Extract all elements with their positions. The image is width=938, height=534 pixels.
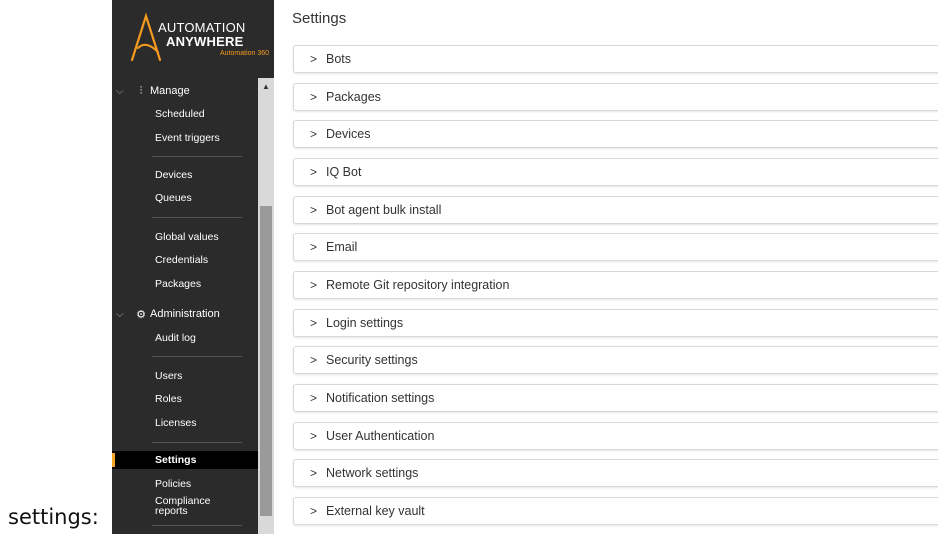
section-label: Bots <box>326 52 352 66</box>
logo-text-automation: AUTOMATION <box>158 20 246 35</box>
sidebar-item-label: Scheduled <box>155 108 205 120</box>
section-label: Packages <box>326 90 381 104</box>
sidebar-item-label: Licenses <box>155 417 197 429</box>
section-label: Bot agent bulk install <box>326 203 442 217</box>
chevron-down-icon: ⌵ <box>116 308 124 320</box>
sidebar-item-licenses[interactable]: Licenses <box>112 414 258 432</box>
section-label: Email <box>326 240 358 254</box>
logo-text-product: Automation 360 <box>220 50 270 57</box>
sidebar-item-credentials[interactable]: Credentials <box>112 251 258 269</box>
settings-section-user-authentication[interactable]: > User Authentication <box>293 422 938 450</box>
chevron-right-icon: > <box>310 278 318 292</box>
chevron-down-icon: ⌵ <box>116 85 124 97</box>
sidebar-item-label: Global values <box>155 231 219 243</box>
nav-group-label: Manage <box>150 85 190 97</box>
section-label: Network settings <box>326 466 419 480</box>
sidebar-item-label: Packages <box>155 278 202 290</box>
active-indicator <box>112 453 115 467</box>
nav-divider <box>152 356 242 357</box>
chevron-right-icon: > <box>310 240 318 254</box>
settings-section-remote-git[interactable]: > Remote Git repository integration <box>293 271 938 299</box>
sidebar-item-audit-log[interactable]: Audit log <box>112 329 258 347</box>
sidebar-item-label: Settings <box>155 454 197 466</box>
settings-section-email[interactable]: > Email <box>293 233 938 261</box>
settings-section-bot-agent-bulk-install[interactable]: > Bot agent bulk install <box>293 196 938 224</box>
chevron-right-icon: > <box>310 353 318 367</box>
main-content: Settings > Bots > Packages > Devices > IQ Bo… <box>292 0 938 534</box>
sidebar-item-roles[interactable]: Roles <box>112 390 258 408</box>
sidebar-item-users[interactable]: Users <box>112 367 258 385</box>
sidebar-item-queues[interactable]: Queues <box>112 189 258 207</box>
sidebar-item-settings[interactable]: Settings <box>112 451 258 469</box>
nav-divider <box>152 525 242 526</box>
nav-group-manage[interactable]: ⌵ ⫶ Manage <box>112 82 258 100</box>
settings-section-iq-bot[interactable]: > IQ Bot <box>293 158 938 186</box>
section-label: External key vault <box>326 504 425 518</box>
scrollbar-thumb[interactable] <box>260 206 272 516</box>
settings-section-security[interactable]: > Security settings <box>293 346 938 374</box>
automation-anywhere-logo[interactable]: AUTOMATION ANYWHERE Automation 360 <box>112 0 274 72</box>
sliders-icon: ⫶ <box>139 84 143 97</box>
sidebar-item-label: Users <box>155 370 183 382</box>
nav-divider <box>152 217 242 218</box>
settings-section-notification[interactable]: > Notification settings <box>293 384 938 412</box>
section-label: Notification settings <box>326 391 435 405</box>
settings-section-bots[interactable]: > Bots <box>293 45 938 73</box>
sidebar-nav: ⌵ ⫶ Manage Scheduled Event triggers Devi… <box>112 78 258 534</box>
chevron-right-icon: > <box>310 127 318 141</box>
scroll-up-arrow-icon[interactable]: ▲ <box>262 82 270 91</box>
sidebar-item-label: Queues <box>155 192 192 204</box>
chevron-right-icon: > <box>310 52 318 66</box>
sidebar-scrollbar[interactable]: ▲ <box>258 78 274 534</box>
page-title: Settings <box>292 10 347 27</box>
settings-section-network[interactable]: > Network settings <box>293 459 938 487</box>
chevron-right-icon: > <box>310 466 318 480</box>
settings-section-external-key-vault[interactable]: > External key vault <box>293 497 938 525</box>
section-label: User Authentication <box>326 429 435 443</box>
chevron-right-icon: > <box>310 203 318 217</box>
chevron-right-icon: > <box>310 90 318 104</box>
sidebar-item-policies[interactable]: Policies <box>112 475 258 493</box>
sidebar-item-label: Roles <box>155 393 182 405</box>
sidebar-item-label: Event triggers <box>155 132 220 144</box>
chevron-right-icon: > <box>310 165 318 179</box>
sidebar-item-devices[interactable]: Devices <box>112 166 258 184</box>
settings-section-devices[interactable]: > Devices <box>293 120 938 148</box>
section-label: Remote Git repository integration <box>326 278 510 292</box>
nav-divider <box>152 442 242 443</box>
section-label: IQ Bot <box>326 165 362 179</box>
screenshot-caption: settings: <box>8 505 99 529</box>
sidebar-item-compliance-reports[interactable]: Compliance reports <box>112 493 212 519</box>
chevron-right-icon: > <box>310 504 318 518</box>
sidebar-item-label: Credentials <box>155 254 209 266</box>
sidebar-item-label: Policies <box>155 478 192 490</box>
sidebar-item-label: Audit log <box>155 332 196 344</box>
sidebar-item-label: Compliance reports <box>155 495 211 517</box>
settings-section-packages[interactable]: > Packages <box>293 83 938 111</box>
nav-divider <box>152 156 242 157</box>
logo-text-anywhere: ANYWHERE <box>166 34 244 49</box>
sidebar-item-packages[interactable]: Packages <box>112 275 258 293</box>
sidebar-item-event-triggers[interactable]: Event triggers <box>112 129 258 147</box>
section-label: Login settings <box>326 316 404 330</box>
chevron-right-icon: > <box>310 391 318 405</box>
section-label: Devices <box>326 127 371 141</box>
nav-group-label: Administration <box>150 308 220 320</box>
sidebar: AUTOMATION ANYWHERE Automation 360 ⌵ ⫶ M… <box>112 0 274 534</box>
sidebar-item-label: Devices <box>155 169 193 181</box>
sidebar-item-global-values[interactable]: Global values <box>112 228 258 246</box>
chevron-right-icon: > <box>310 316 318 330</box>
gear-icon: ⚙ <box>136 308 146 321</box>
section-label: Security settings <box>326 353 418 367</box>
settings-section-login[interactable]: > Login settings <box>293 309 938 337</box>
nav-group-administration[interactable]: ⌵ ⚙ Administration <box>112 305 258 323</box>
chevron-right-icon: > <box>310 429 318 443</box>
sidebar-item-scheduled[interactable]: Scheduled <box>112 105 258 123</box>
